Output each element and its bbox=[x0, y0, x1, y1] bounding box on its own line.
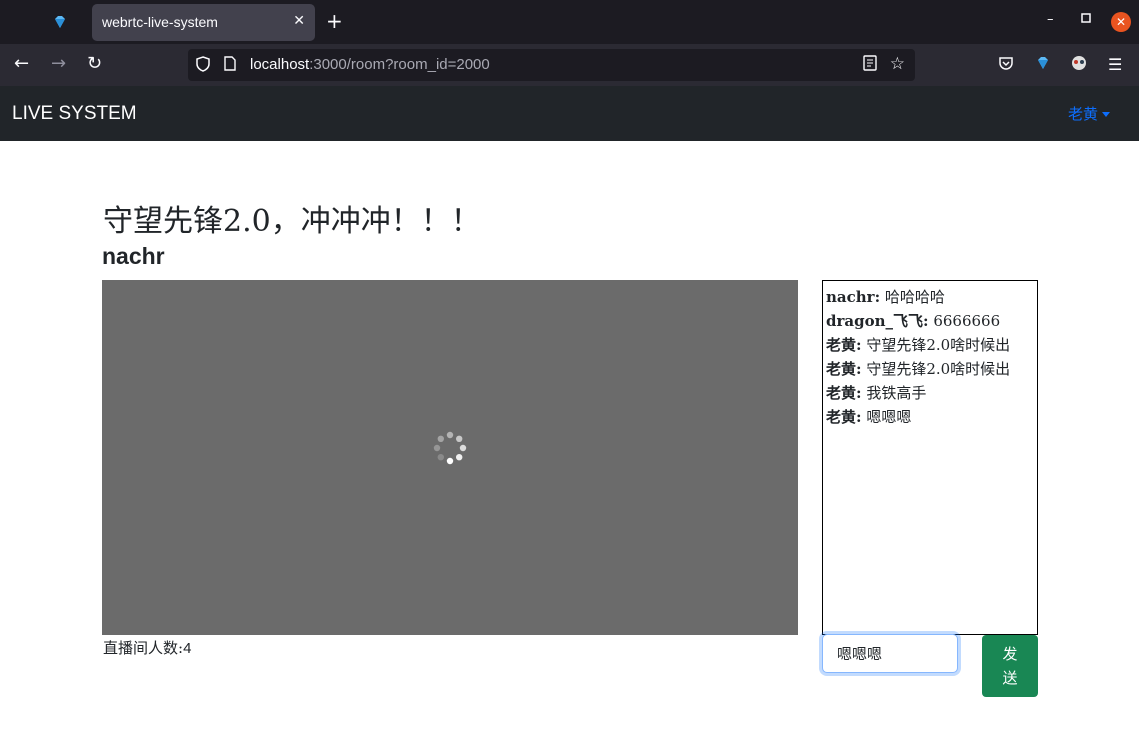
viewer-count: 直播间人数:4 bbox=[103, 637, 191, 658]
loading-spinner-icon bbox=[433, 431, 467, 465]
video-player[interactable] bbox=[102, 280, 798, 635]
gem-icon bbox=[55, 16, 65, 28]
brand-logo[interactable]: LIVE SYSTEM bbox=[12, 103, 137, 125]
chat-message-user: 老黄: bbox=[826, 336, 862, 354]
user-dropdown[interactable]: 老黄 bbox=[1068, 103, 1111, 124]
maximize-icon[interactable] bbox=[1081, 12, 1091, 27]
chat-message-text: 哈哈哈哈 bbox=[880, 288, 945, 306]
minimize-icon[interactable]: – bbox=[1047, 12, 1054, 27]
chat-message-user: 老黄: bbox=[826, 384, 862, 402]
chat-message: 老黄: 我铁高手 bbox=[826, 381, 1034, 405]
gem-extension-icon[interactable] bbox=[1036, 55, 1050, 74]
reload-icon[interactable]: ↻ bbox=[87, 53, 102, 75]
forward-arrow-icon[interactable]: → bbox=[51, 53, 66, 75]
shield-icon[interactable] bbox=[196, 56, 212, 74]
chat-message: dragon_飞飞: 6666666 bbox=[826, 309, 1034, 333]
chat-message-user: nachr: bbox=[826, 288, 881, 306]
url-path: :3000/room?room_id=2000 bbox=[309, 56, 490, 73]
caret-down-icon bbox=[1102, 112, 1111, 117]
new-tab-button[interactable]: + bbox=[326, 11, 343, 31]
extension-mask-icon[interactable] bbox=[1070, 55, 1088, 75]
browser-tab-strip: webrtc-live-system ✕ + – ✕ bbox=[0, 0, 1139, 44]
chat-message: nachr: 哈哈哈哈 bbox=[826, 285, 1034, 309]
bookmark-star-icon[interactable]: ☆ bbox=[890, 54, 905, 74]
close-tab-icon[interactable]: ✕ bbox=[293, 13, 305, 29]
anchor-name: nachr bbox=[102, 243, 165, 269]
pinned-tab-icon[interactable] bbox=[48, 10, 72, 34]
url-bar[interactable]: localhost:3000/room?room_id=2000 ☆ bbox=[188, 49, 915, 81]
chat-panel[interactable]: nachr: 哈哈哈哈 dragon_飞飞: 6666666 老黄: 守望先锋2.0… bbox=[822, 280, 1038, 635]
user-name: 老黄 bbox=[1068, 105, 1099, 123]
chat-message-text: 6666666 bbox=[928, 312, 1001, 330]
tab-webrtc-live-system[interactable]: webrtc-live-system ✕ bbox=[92, 4, 315, 41]
send-button[interactable]: 发送 bbox=[982, 635, 1038, 697]
browser-toolbar: ← → ↻ localhost:3000/room?room_id=2000 ☆… bbox=[0, 44, 1139, 86]
chat-message-text: 守望先锋2.0啥时候出 bbox=[861, 336, 1011, 354]
pocket-icon[interactable] bbox=[998, 55, 1014, 75]
site-navbar: LIVE SYSTEM 老黄 bbox=[0, 86, 1139, 141]
page-icon bbox=[224, 56, 236, 75]
hamburger-menu-icon[interactable]: ☰ bbox=[1108, 55, 1122, 74]
url-host: localhost bbox=[250, 56, 310, 73]
chat-message: 老黄: 守望先锋2.0啥时候出 bbox=[826, 357, 1034, 381]
url-text[interactable]: localhost:3000/room?room_id=2000 bbox=[250, 56, 490, 73]
tab-title: webrtc-live-system bbox=[102, 14, 218, 30]
back-arrow-icon[interactable]: ← bbox=[14, 53, 29, 75]
viewer-count-value: 4 bbox=[183, 640, 192, 657]
chat-message-user: 老黄: bbox=[826, 360, 862, 378]
chat-message: 老黄: 嗯嗯嗯 bbox=[826, 405, 1034, 429]
window-close-icon[interactable]: ✕ bbox=[1111, 12, 1131, 32]
viewer-count-label: 直播间人数: bbox=[103, 639, 184, 657]
chat-message-text: 守望先锋2.0啥时候出 bbox=[861, 360, 1011, 378]
chat-message-text: 嗯嗯嗯 bbox=[861, 408, 912, 426]
chat-message: 老黄: 守望先锋2.0啥时候出 bbox=[826, 333, 1034, 357]
room-title: 守望先锋2.0，冲冲冲！！！ bbox=[103, 204, 481, 239]
reader-view-icon[interactable] bbox=[863, 55, 877, 75]
chat-message-user: 老黄: bbox=[826, 408, 862, 426]
chat-input[interactable] bbox=[822, 634, 958, 673]
chat-message-text: 我铁高手 bbox=[861, 384, 927, 402]
chat-message-user: dragon_飞飞: bbox=[826, 312, 929, 330]
